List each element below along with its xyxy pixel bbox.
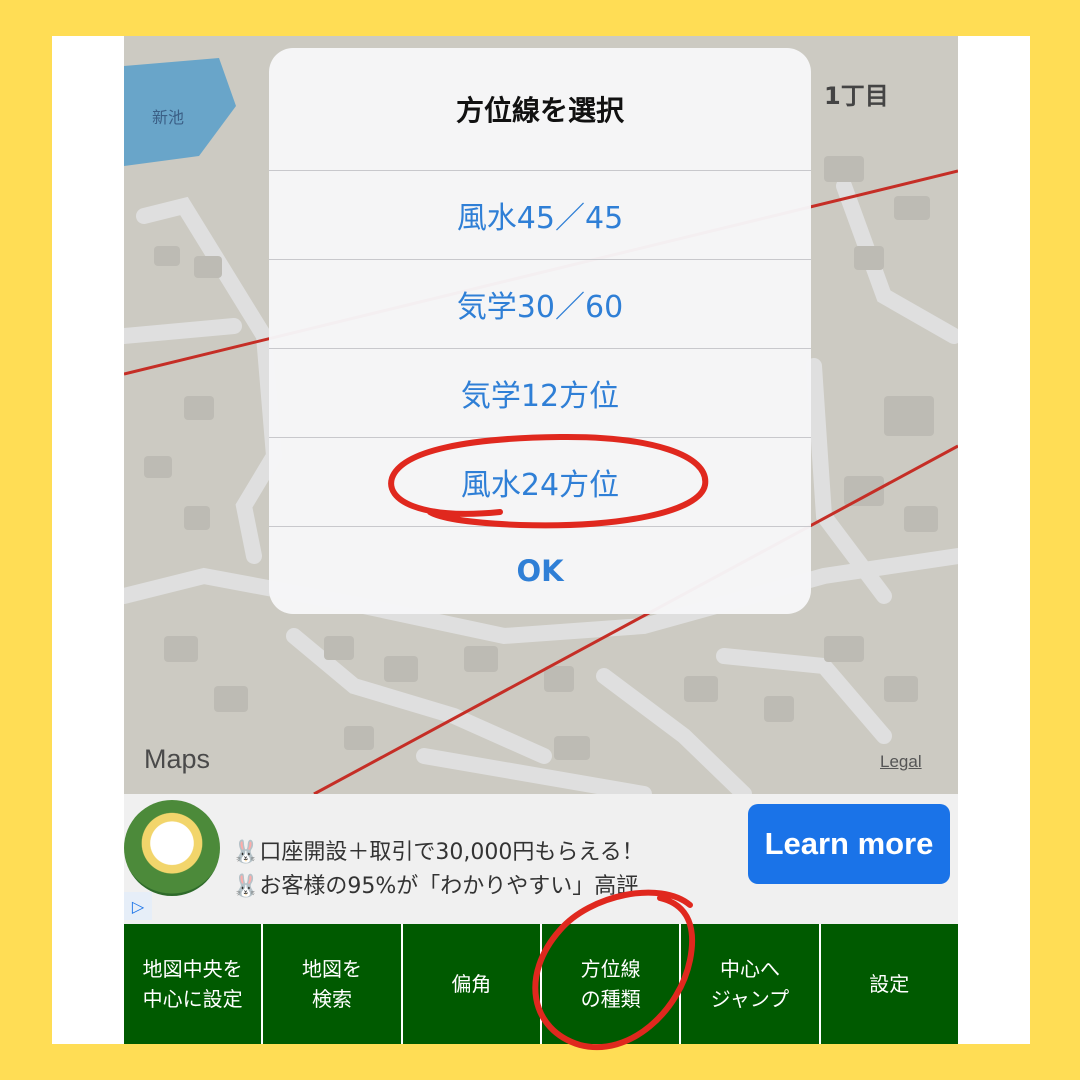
jump-to-center-button[interactable]: 中心へ ジャンプ <box>681 924 819 1044</box>
bearing-line-dialog: 方位線を選択 風水45／45 気学30／60 気学12方位 風水24方位 OK <box>269 48 811 614</box>
app-screen: 新池 1丁目 Maps Legal 方位線を選択 風水45／45 気学30／60… <box>124 36 958 1044</box>
ad-text-line2: 🐰お客様の95%が「わかりやすい」高評 <box>232 874 639 899</box>
learn-more-button[interactable]: Learn more <box>748 804 950 884</box>
settings-button[interactable]: 設定 <box>820 924 958 1044</box>
ad-mascot-image <box>124 800 220 896</box>
apple-maps-logo: Maps <box>144 744 210 775</box>
bottom-toolbar: 地図中央を 中心に設定 地図を 検索 偏角 方位線 の種類 中心へ ジャンプ 設… <box>124 924 958 1044</box>
declination-button[interactable]: 偏角 <box>402 924 540 1044</box>
maps-attribution: Maps <box>144 744 211 774</box>
dialog-title: 方位線を選択 <box>455 94 624 127</box>
pond-label: 新池 <box>152 108 185 127</box>
ok-button[interactable]: OK <box>269 526 811 614</box>
adchoices-icon[interactable]: ▷ <box>124 892 152 920</box>
option-kigaku-12[interactable]: 気学12方位 <box>269 348 811 437</box>
option-kigaku-30-60[interactable]: 気学30／60 <box>269 259 811 348</box>
legal-link[interactable]: Legal <box>880 752 922 772</box>
district-label: 1丁目 <box>824 82 889 110</box>
ad-banner[interactable]: 🐰口座開設＋取引で30,000円もらえる！ 🐰お客様の95%が「わかりやすい」高… <box>124 794 958 924</box>
search-map-button[interactable]: 地図を 検索 <box>263 924 401 1044</box>
option-fengshui-24[interactable]: 風水24方位 <box>269 437 811 526</box>
option-fengshui-45[interactable]: 風水45／45 <box>269 170 811 259</box>
line-type-button[interactable]: 方位線 の種類 <box>541 924 680 1044</box>
set-center-button[interactable]: 地図中央を 中心に設定 <box>124 924 262 1044</box>
ad-text-line1: 🐰口座開設＋取引で30,000円もらえる！ <box>232 840 644 865</box>
